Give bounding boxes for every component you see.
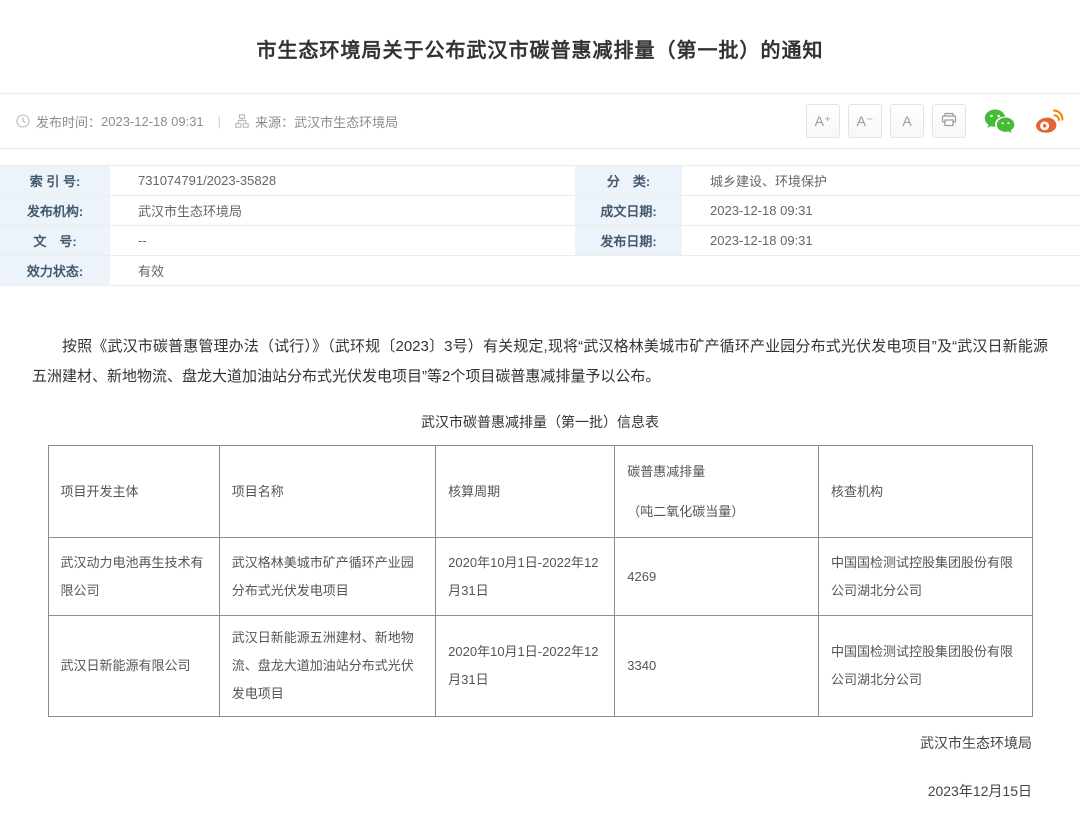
weibo-share-icon[interactable]: [1033, 108, 1064, 134]
font-decrease-button[interactable]: A⁻: [848, 104, 882, 138]
meta-info: 发布时间： 2023-12-18 09:31 | 来源： 武汉市生态环境局: [16, 112, 398, 131]
publish-date-value: 2023-12-18 09:31: [682, 226, 1080, 256]
info-row: 索 引 号: 731074791/2023-35828 分 类: 城乡建设、环境…: [0, 166, 1080, 196]
table-header-row: 项目开发主体 项目名称 核算周期 碳普惠减排量 （吨二氧化碳当量） 核查机构: [48, 446, 1032, 538]
reduction-header-text: 碳普惠减排量: [627, 458, 806, 486]
validity-status-value: 有效: [110, 256, 575, 286]
publish-time-label: 发布时间：: [36, 112, 101, 131]
wechat-share-icon[interactable]: [984, 108, 1015, 134]
reduction-info-table: 项目开发主体 项目名称 核算周期 碳普惠减排量 （吨二氧化碳当量） 核查机构 武…: [48, 445, 1033, 717]
cell-accounting-period: 2020年10月1日-2022年12月31日: [436, 616, 615, 717]
table-row: 武汉动力电池再生技术有限公司 武汉格林美城市矿产循环产业园分布式光伏发电项目 2…: [48, 538, 1032, 616]
info-row: 效力状态: 有效: [0, 256, 1080, 286]
font-reset-button[interactable]: A: [890, 104, 924, 138]
empty-cell: [682, 256, 1080, 286]
issuing-agency-value: 武汉市生态环境局: [110, 196, 575, 226]
written-date-label: 成文日期:: [575, 196, 682, 226]
col-header-reduction: 碳普惠减排量 （吨二氧化碳当量）: [615, 446, 819, 538]
cell-reduction: 4269: [615, 538, 819, 616]
cell-accounting-period: 2020年10月1日-2022年12月31日: [436, 538, 615, 616]
cell-project-name: 武汉格林美城市矿产循环产业园分布式光伏发电项目: [219, 538, 435, 616]
table-caption: 武汉市碳普惠减排量（第一批）信息表: [0, 412, 1080, 432]
index-number-value: 731074791/2023-35828: [110, 166, 575, 196]
index-number-label: 索 引 号:: [0, 166, 110, 196]
page-title: 市生态环境局关于公布武汉市碳普惠减排量（第一批）的通知: [0, 0, 1080, 93]
col-header-accounting-period: 核算周期: [436, 446, 615, 538]
clock-icon: [16, 114, 30, 128]
sitemap-icon: [235, 114, 249, 128]
info-row: 发布机构: 武汉市生态环境局 成文日期: 2023-12-18 09:31: [0, 196, 1080, 226]
notice-paragraph: 按照《武汉市碳普惠管理办法（试行）》（武环规〔2023〕3号）有关规定,现将“武…: [32, 332, 1048, 392]
empty-cell: [575, 256, 682, 286]
source-label: 来源：: [255, 112, 294, 131]
cell-reduction: 3340: [615, 616, 819, 717]
info-row: 文 号: -- 发布日期: 2023-12-18 09:31: [0, 226, 1080, 256]
doc-number-label: 文 号:: [0, 226, 110, 256]
print-button[interactable]: [932, 104, 966, 138]
signature-date: 2023年12月15日: [0, 781, 1032, 801]
cell-developer: 武汉动力电池再生技术有限公司: [48, 538, 219, 616]
cell-verifier: 中国国检测试控股集团股份有限公司湖北分公司: [818, 538, 1032, 616]
issuing-agency-label: 发布机构:: [0, 196, 110, 226]
signature-agency: 武汉市生态环境局: [0, 733, 1032, 753]
publish-time-value: 2023-12-18 09:31: [101, 114, 204, 129]
notice-page: 市生态环境局关于公布武汉市碳普惠减排量（第一批）的通知 发布时间： 2023-1…: [0, 0, 1080, 817]
category-value: 城乡建设、环境保护: [682, 166, 1080, 196]
cell-developer: 武汉日新能源有限公司: [48, 616, 219, 717]
printer-icon: [941, 112, 957, 130]
font-increase-button[interactable]: A⁺: [806, 104, 840, 138]
written-date-value: 2023-12-18 09:31: [682, 196, 1080, 226]
source-value: 武汉市生态环境局: [294, 112, 398, 131]
signature-block: 武汉市生态环境局 2023年12月15日: [0, 733, 1080, 817]
cell-verifier: 中国国检测试控股集团股份有限公司湖北分公司: [818, 616, 1032, 717]
doc-number-value: --: [110, 226, 575, 256]
col-header-project-name: 项目名称: [219, 446, 435, 538]
meta-bar: 发布时间： 2023-12-18 09:31 | 来源： 武汉市生态环境局 A⁺…: [0, 93, 1080, 149]
validity-status-label: 效力状态:: [0, 256, 110, 286]
col-header-developer: 项目开发主体: [48, 446, 219, 538]
table-row: 武汉日新能源有限公司 武汉日新能源五洲建材、新地物流、盘龙大道加油站分布式光伏发…: [48, 616, 1032, 717]
meta-separator: |: [218, 114, 221, 129]
cell-project-name: 武汉日新能源五洲建材、新地物流、盘龙大道加油站分布式光伏发电项目: [219, 616, 435, 717]
meta-toolbar: A⁺ A⁻ A: [798, 104, 1064, 138]
col-header-verifier: 核查机构: [818, 446, 1032, 538]
publish-date-label: 发布日期:: [575, 226, 682, 256]
reduction-header-unit: （吨二氧化碳当量）: [627, 498, 806, 526]
category-label: 分 类:: [575, 166, 682, 196]
document-info-table: 索 引 号: 731074791/2023-35828 分 类: 城乡建设、环境…: [0, 165, 1080, 286]
